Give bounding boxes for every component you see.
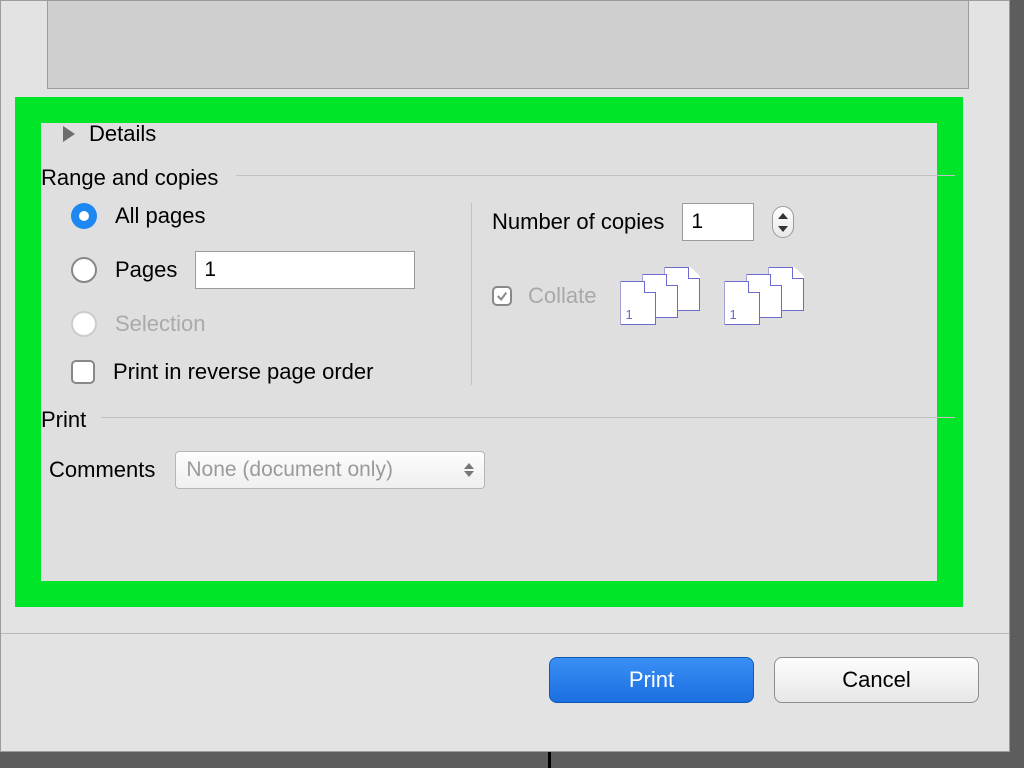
- stepper-up-icon: [778, 213, 788, 219]
- reverse-order-option[interactable]: Print in reverse page order: [71, 359, 471, 385]
- comments-label: Comments: [49, 457, 155, 483]
- collate-label: Collate: [528, 283, 596, 309]
- button-bar: Print Cancel: [549, 657, 979, 703]
- collate-preview: 321 321: [620, 267, 810, 325]
- radio-unchecked-icon: [71, 257, 97, 283]
- preview-area-bottom: [47, 1, 969, 89]
- checkbox-unchecked-icon: [71, 360, 95, 384]
- print-dialog: Details Range and copies All pages Pages: [0, 0, 1010, 752]
- copies-row: Number of copies: [492, 203, 931, 241]
- stepper-down-icon: [778, 226, 788, 232]
- pages-option[interactable]: Pages: [71, 251, 471, 289]
- print-button-label: Print: [629, 667, 674, 693]
- cancel-button-label: Cancel: [842, 667, 910, 693]
- pages-input[interactable]: [195, 251, 415, 289]
- comments-row: Comments None (document only): [41, 451, 931, 489]
- range-right-column: Number of copies Collate 321: [471, 203, 931, 385]
- comments-combobox[interactable]: None (document only): [175, 451, 485, 489]
- horizontal-divider: [1, 633, 1009, 634]
- radio-checked-icon: [71, 203, 97, 229]
- range-left-column: All pages Pages Selection Print in rever…: [41, 203, 471, 385]
- updown-arrows-icon: [464, 463, 474, 477]
- copies-stepper[interactable]: [772, 206, 794, 238]
- collate-checkbox[interactable]: [492, 286, 512, 306]
- selection-label: Selection: [115, 311, 206, 337]
- copies-label: Number of copies: [492, 209, 664, 235]
- range-body: All pages Pages Selection Print in rever…: [41, 203, 931, 385]
- selection-option: Selection: [71, 311, 471, 337]
- copies-input[interactable]: [682, 203, 754, 241]
- cancel-button[interactable]: Cancel: [774, 657, 979, 703]
- print-section: Print Comments None (document only): [41, 407, 931, 489]
- range-and-copies-title: Range and copies: [41, 165, 931, 191]
- radio-disabled-icon: [71, 311, 97, 337]
- pages-label: Pages: [115, 257, 177, 283]
- divider-line: [236, 175, 955, 176]
- dialog-content: Details Range and copies All pages Pages: [41, 101, 931, 751]
- print-button[interactable]: Print: [549, 657, 754, 703]
- reverse-order-label: Print in reverse page order: [113, 359, 373, 385]
- chevron-right-icon: [63, 126, 75, 142]
- range-title-text: Range and copies: [41, 165, 218, 190]
- background-edge: [548, 752, 551, 768]
- details-disclosure[interactable]: Details: [63, 121, 931, 147]
- details-label: Details: [89, 121, 156, 147]
- print-title-text: Print: [41, 407, 86, 432]
- collate-stack-2-icon: 321: [724, 267, 810, 325]
- all-pages-option[interactable]: All pages: [71, 203, 471, 229]
- collate-stack-1-icon: 321: [620, 267, 706, 325]
- comments-value: None (document only): [186, 458, 393, 482]
- all-pages-label: All pages: [115, 203, 206, 229]
- collate-row: Collate 321 321: [492, 267, 931, 325]
- print-section-title: Print: [41, 407, 931, 433]
- divider-line: [101, 417, 955, 418]
